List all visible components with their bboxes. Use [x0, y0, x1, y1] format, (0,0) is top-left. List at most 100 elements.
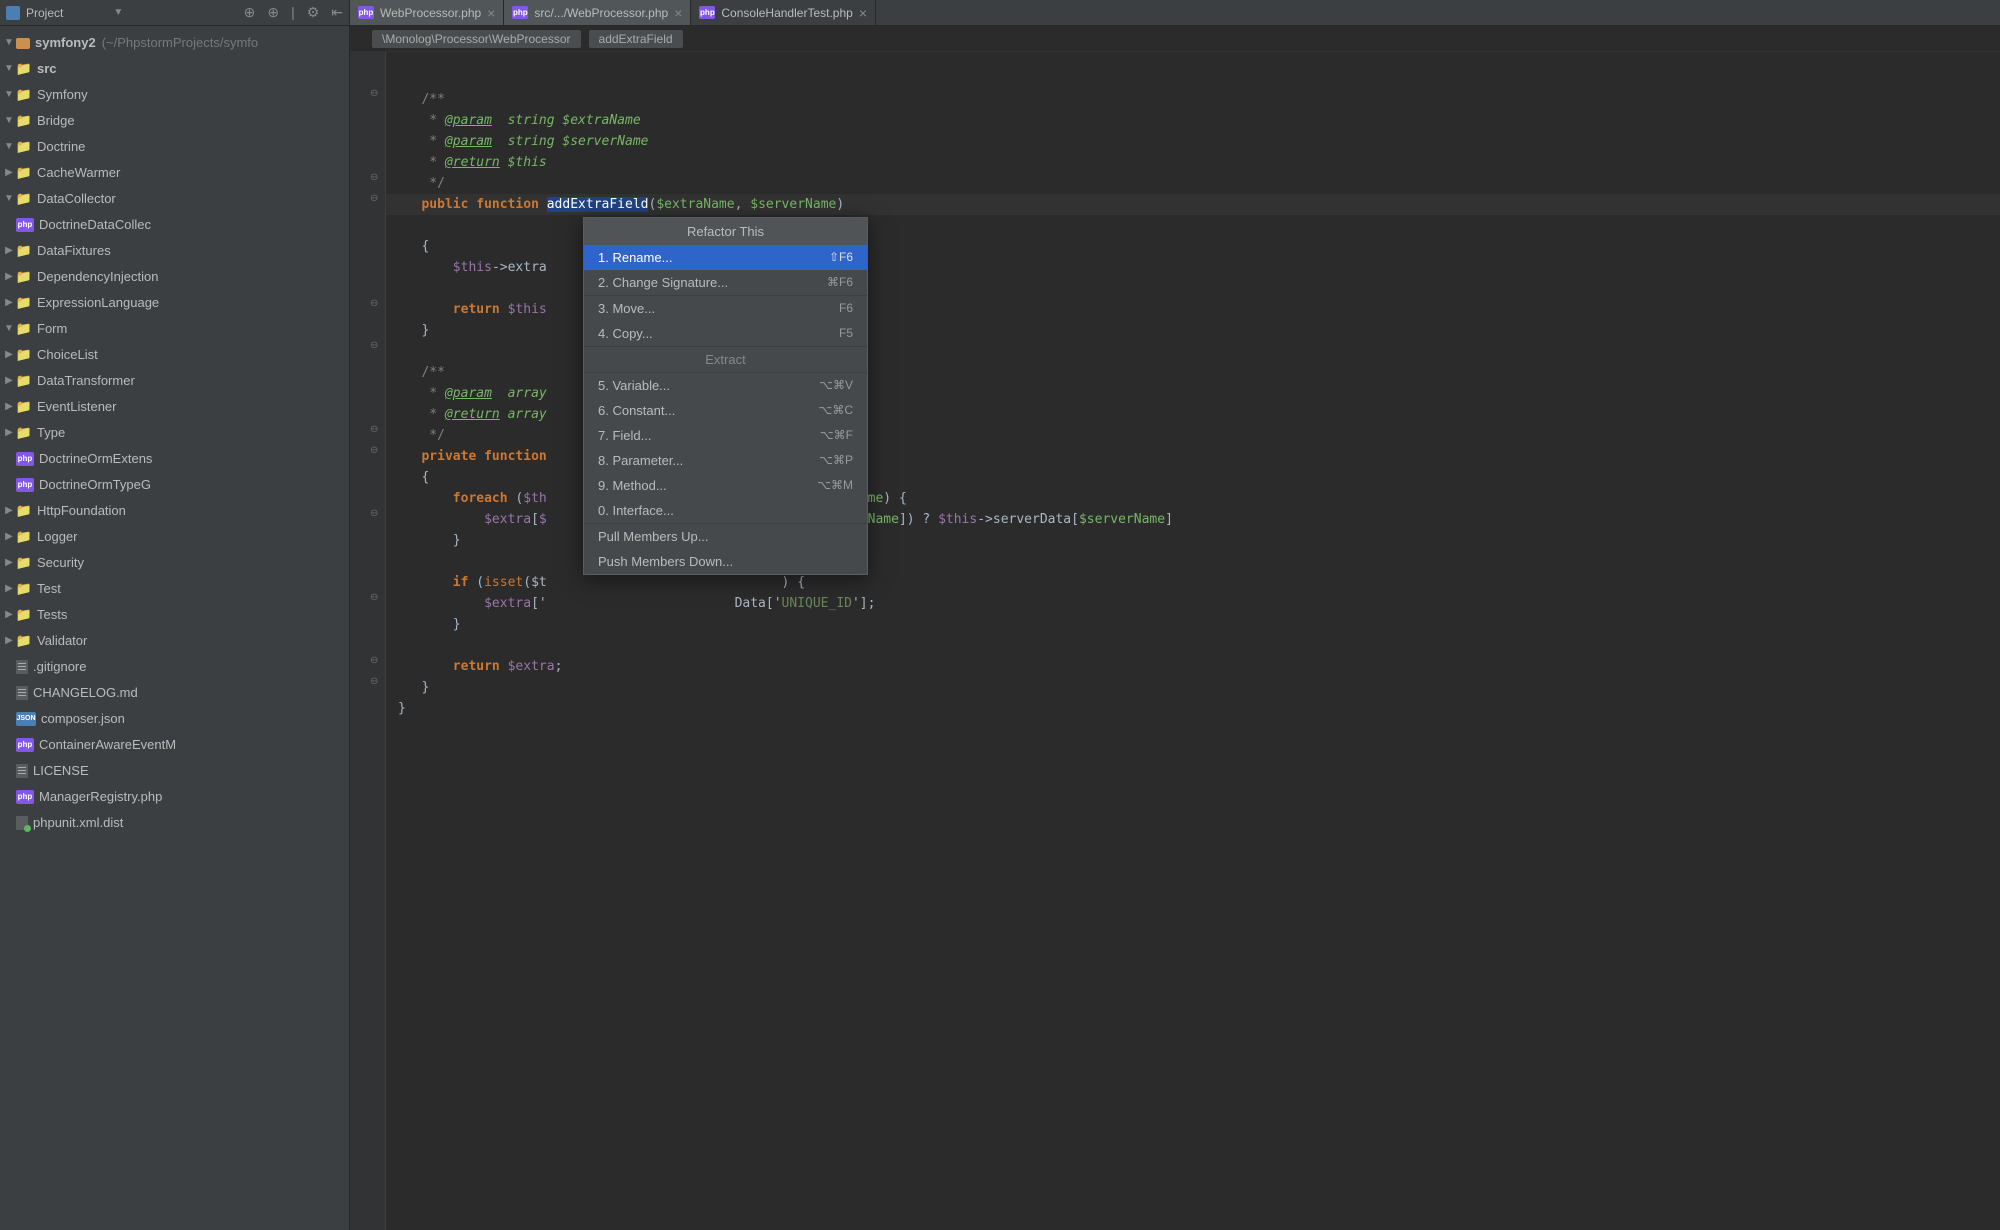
- tree-item[interactable]: Form: [0, 316, 349, 342]
- popup-item-shortcut: F6: [839, 301, 853, 316]
- breadcrumb-namespace[interactable]: \Monolog\Processor\WebProcessor: [372, 30, 581, 48]
- fold-icon[interactable]: [370, 445, 378, 456]
- popup-menu-item[interactable]: 0. Interface...: [584, 498, 867, 523]
- autoscroll-from-source-icon[interactable]: ⊕: [267, 4, 279, 21]
- editor-tab[interactable]: WebProcessor.php×: [350, 0, 504, 25]
- collapse-icon[interactable]: ⇤: [331, 4, 343, 21]
- expand-arrow-icon[interactable]: [4, 134, 14, 160]
- close-icon[interactable]: ×: [674, 5, 682, 21]
- fold-icon[interactable]: [370, 298, 378, 309]
- tree-item[interactable]: DoctrineOrmTypeG: [0, 472, 349, 498]
- tree-item[interactable]: DoctrineOrmExtens: [0, 446, 349, 472]
- refactor-this-popup: Refactor This 1. Rename...⇧F62. Change S…: [583, 217, 868, 575]
- autoscroll-to-source-icon[interactable]: ⊕: [244, 4, 256, 21]
- expand-arrow-icon[interactable]: [4, 602, 14, 628]
- tree-item-label: Validator: [37, 628, 87, 654]
- fold-icon[interactable]: [370, 193, 378, 204]
- fold-icon[interactable]: [370, 592, 378, 603]
- expand-arrow-icon[interactable]: [4, 316, 14, 342]
- popup-item-shortcut: ⌥⌘F: [820, 428, 853, 443]
- tree-item[interactable]: Type: [0, 420, 349, 446]
- tree-item[interactable]: ChoiceList: [0, 342, 349, 368]
- project-dropdown-arrow[interactable]: ▼: [113, 7, 123, 18]
- code-area[interactable]: /** * @param string $extraName * @param …: [350, 52, 2000, 1230]
- tree-item[interactable]: EventListener: [0, 394, 349, 420]
- tree-item[interactable]: src: [0, 56, 349, 82]
- settings-gear-icon[interactable]: ⚙: [307, 4, 320, 21]
- tree-root[interactable]: symfony2 (~/PhpstormProjects/symfo: [0, 30, 349, 56]
- expand-arrow-icon[interactable]: [4, 264, 14, 290]
- tree-item[interactable]: DataCollector: [0, 186, 349, 212]
- tree-item[interactable]: Symfony: [0, 82, 349, 108]
- editor-gutter: [350, 52, 386, 1230]
- expand-arrow-icon[interactable]: [4, 342, 14, 368]
- tree-item[interactable]: CacheWarmer: [0, 160, 349, 186]
- expand-arrow-icon[interactable]: [4, 420, 14, 446]
- popup-menu-item[interactable]: Push Members Down...: [584, 549, 867, 574]
- fold-icon[interactable]: [370, 172, 378, 183]
- expand-arrow-icon[interactable]: [4, 368, 14, 394]
- tree-item[interactable]: DataTransformer: [0, 368, 349, 394]
- expand-arrow-icon[interactable]: [4, 498, 14, 524]
- popup-menu-item[interactable]: 1. Rename...⇧F6: [584, 245, 867, 270]
- tree-item[interactable]: Validator: [0, 628, 349, 654]
- tree-item[interactable]: CHANGELOG.md: [0, 680, 349, 706]
- tree-item[interactable]: ExpressionLanguage: [0, 290, 349, 316]
- close-icon[interactable]: ×: [859, 5, 867, 21]
- editor-tabs: WebProcessor.php×src/.../WebProcessor.ph…: [350, 0, 2000, 26]
- tree-item[interactable]: composer.json: [0, 706, 349, 732]
- popup-menu-item[interactable]: 9. Method...⌥⌘M: [584, 473, 867, 498]
- close-icon[interactable]: ×: [487, 5, 495, 21]
- popup-menu-item[interactable]: 5. Variable...⌥⌘V: [584, 373, 867, 398]
- popup-item-label: 1. Rename...: [598, 250, 672, 265]
- fold-icon[interactable]: [370, 655, 378, 666]
- tree-item[interactable]: ManagerRegistry.php: [0, 784, 349, 810]
- expand-arrow-icon[interactable]: [4, 394, 14, 420]
- tree-item[interactable]: HttpFoundation: [0, 498, 349, 524]
- popup-menu-item[interactable]: 3. Move...F6: [584, 296, 867, 321]
- tree-item[interactable]: DependencyInjection: [0, 264, 349, 290]
- tree-item[interactable]: Tests: [0, 602, 349, 628]
- expand-arrow-icon[interactable]: [4, 550, 14, 576]
- popup-menu-item[interactable]: 8. Parameter...⌥⌘P: [584, 448, 867, 473]
- expand-arrow-icon[interactable]: [4, 56, 14, 82]
- fold-icon[interactable]: [370, 340, 378, 351]
- tree-item-label: DoctrineOrmTypeG: [39, 472, 151, 498]
- fold-icon[interactable]: [370, 508, 378, 519]
- tree-item[interactable]: DataFixtures: [0, 238, 349, 264]
- editor-tab[interactable]: src/.../WebProcessor.php×: [504, 0, 691, 25]
- php-file-icon: [699, 6, 715, 19]
- expand-arrow-icon[interactable]: [4, 628, 14, 654]
- tree-item[interactable]: LICENSE: [0, 758, 349, 784]
- expand-arrow-icon[interactable]: [4, 238, 14, 264]
- expand-arrow-icon[interactable]: [4, 82, 14, 108]
- fold-icon[interactable]: [370, 424, 378, 435]
- fold-icon[interactable]: [370, 88, 378, 99]
- tree-item[interactable]: Test: [0, 576, 349, 602]
- popup-menu-item[interactable]: 2. Change Signature...⌘F6: [584, 270, 867, 295]
- tree-item[interactable]: .gitignore: [0, 654, 349, 680]
- tree-item[interactable]: ContainerAwareEventM: [0, 732, 349, 758]
- tree-item[interactable]: phpunit.xml.dist: [0, 810, 349, 836]
- expand-arrow-icon[interactable]: [4, 576, 14, 602]
- expand-arrow-icon[interactable]: [4, 186, 14, 212]
- popup-menu-item[interactable]: 4. Copy...F5: [584, 321, 867, 346]
- expand-arrow-icon[interactable]: [4, 160, 14, 186]
- popup-menu-item[interactable]: Pull Members Up...: [584, 524, 867, 549]
- fold-icon[interactable]: [370, 676, 378, 687]
- editor-tab[interactable]: ConsoleHandlerTest.php×: [691, 0, 876, 25]
- folder-icon: [16, 88, 32, 102]
- expand-arrow-icon[interactable]: [4, 290, 14, 316]
- breadcrumb-method[interactable]: addExtraField: [589, 30, 683, 48]
- popup-menu-item[interactable]: 6. Constant...⌥⌘C: [584, 398, 867, 423]
- expand-arrow-icon[interactable]: [4, 30, 14, 56]
- tree-item[interactable]: Security: [0, 550, 349, 576]
- tree-item-label: LICENSE: [33, 758, 89, 784]
- tree-item[interactable]: Doctrine: [0, 134, 349, 160]
- expand-arrow-icon[interactable]: [4, 108, 14, 134]
- tree-item[interactable]: Bridge: [0, 108, 349, 134]
- expand-arrow-icon[interactable]: [4, 524, 14, 550]
- tree-item[interactable]: DoctrineDataCollec: [0, 212, 349, 238]
- tree-item[interactable]: Logger: [0, 524, 349, 550]
- popup-menu-item[interactable]: 7. Field...⌥⌘F: [584, 423, 867, 448]
